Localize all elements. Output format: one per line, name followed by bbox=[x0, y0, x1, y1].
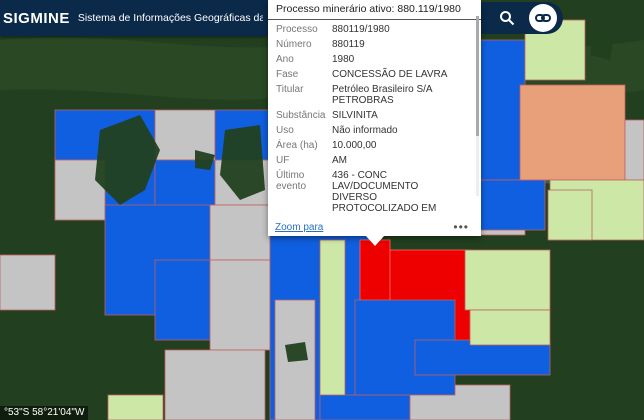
mining-parcel[interactable] bbox=[469, 309, 551, 346]
attribute-value: 436 - CONC LAV/DOCUMENTO DIVERSO PROTOCO… bbox=[332, 170, 437, 214]
attribute-value: Petróleo Brasileiro S/A PETROBRAS bbox=[332, 84, 433, 106]
more-actions-button[interactable]: ••• bbox=[453, 220, 469, 234]
mining-parcel[interactable] bbox=[624, 119, 644, 181]
info-popup: Processo minerário ativo: 880.119/1980 P… bbox=[268, 0, 481, 236]
popup-pointer bbox=[366, 236, 384, 246]
attribute-label: Uso bbox=[276, 125, 294, 136]
mining-parcel[interactable] bbox=[469, 179, 546, 231]
attribute-row: UF AM bbox=[276, 155, 473, 166]
attribute-value: 10.000,00 bbox=[332, 140, 377, 151]
attribute-label: Último evento bbox=[276, 170, 307, 192]
link-button[interactable] bbox=[529, 4, 557, 32]
mining-parcel[interactable] bbox=[319, 239, 346, 420]
attribute-row: Titular Petróleo Brasileiro S/A PETROBRAS bbox=[276, 84, 473, 106]
attribute-value: 880119/1980 bbox=[332, 24, 390, 35]
mining-parcel[interactable] bbox=[0, 254, 56, 311]
zoom-to-link[interactable]: Zoom para bbox=[275, 222, 323, 233]
attribute-row: Ano 1980 bbox=[276, 54, 473, 65]
attribute-value: Não informado bbox=[332, 125, 398, 136]
attribute-value: SILVINITA bbox=[332, 110, 378, 121]
mining-parcel[interactable] bbox=[479, 39, 526, 181]
attribute-row: Área (ha) 10.000,00 bbox=[276, 140, 473, 151]
app-logo: SIGMINE bbox=[3, 9, 70, 27]
attribute-label: Titular bbox=[276, 84, 304, 95]
popup-title: Processo minerário ativo: 880.119/1980 bbox=[268, 0, 481, 20]
mining-parcel[interactable] bbox=[209, 204, 271, 261]
app-header: SIGMINE Sistema de Informações Geográfic… bbox=[0, 0, 268, 36]
attribute-row: Número 880119 bbox=[276, 39, 473, 50]
mining-parcel[interactable] bbox=[154, 109, 216, 161]
attribute-row: Substância SILVINITA bbox=[276, 110, 473, 121]
attribute-value: 1980 bbox=[332, 54, 355, 65]
search-icon bbox=[500, 11, 515, 26]
mining-parcel[interactable] bbox=[319, 394, 411, 420]
mining-parcel[interactable] bbox=[154, 259, 211, 341]
attribute-value: 880119 bbox=[332, 39, 365, 50]
forest-patch bbox=[285, 342, 308, 362]
attribute-label: Processo bbox=[276, 24, 318, 35]
attribute-row: Uso Não informado bbox=[276, 125, 473, 136]
mining-parcel[interactable] bbox=[547, 189, 593, 241]
attribute-value: AM bbox=[332, 155, 347, 166]
attribute-label: Substância bbox=[276, 110, 326, 121]
attribute-row: Fase CONCESSÃO DE LAVRA bbox=[276, 69, 473, 80]
link-icon bbox=[535, 14, 551, 22]
popup-footer: Zoom para ••• bbox=[268, 218, 481, 236]
mining-parcel[interactable] bbox=[359, 239, 391, 301]
attribute-label: Ano bbox=[276, 54, 294, 65]
app-subtitle: Sistema de Informações Geográficas da Mi… bbox=[77, 12, 263, 24]
tool-bar bbox=[481, 2, 563, 34]
attribute-label: Fase bbox=[276, 69, 299, 80]
attribute-label: Área (ha) bbox=[276, 140, 318, 151]
search-button[interactable] bbox=[493, 4, 521, 32]
coordinates-readout: °53"S 58°21'04"W bbox=[0, 406, 89, 420]
mining-parcel[interactable] bbox=[519, 84, 626, 181]
attribute-row: Último evento 436 - CONC LAV/DOCUMENTO DI… bbox=[276, 170, 473, 214]
mining-parcel[interactable] bbox=[209, 259, 271, 351]
mining-parcel[interactable] bbox=[107, 394, 164, 420]
attribute-value: CONCESSÃO DE LAVRA bbox=[332, 69, 448, 80]
mining-parcel[interactable] bbox=[164, 349, 266, 420]
popup-scrollbar[interactable] bbox=[476, 16, 479, 196]
mining-parcel[interactable] bbox=[464, 249, 551, 311]
attribute-row: Processo 880119/1980 bbox=[276, 24, 473, 35]
attribute-label: Número bbox=[276, 39, 312, 50]
attribute-label: UF bbox=[276, 155, 290, 166]
popup-attributes[interactable]: Processo 880119/1980 Número 880119 Ano 1980 Fa… bbox=[268, 24, 481, 214]
